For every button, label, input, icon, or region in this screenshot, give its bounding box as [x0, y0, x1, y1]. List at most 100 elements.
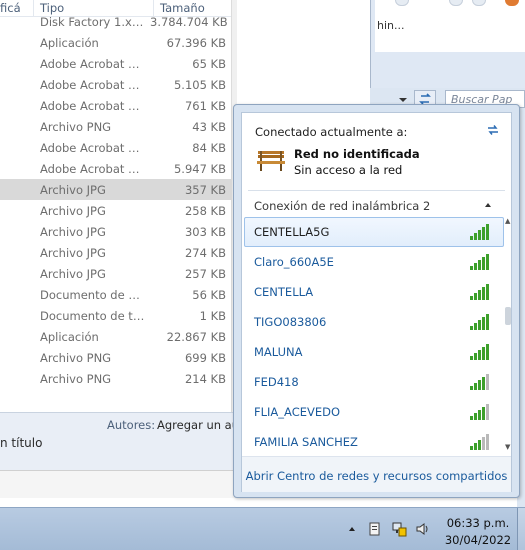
file-size: 5.105 KB	[173, 78, 226, 92]
toolbar-button-icon[interactable]	[472, 0, 486, 6]
file-row[interactable]: 57Archivo PNG699 KB	[0, 347, 237, 368]
file-row[interactable]: 12Adobe Acrobat D...84 KB	[0, 137, 237, 158]
file-list: 27Disk Factory 1.x Di...3.784.704 KB51Ap…	[0, 11, 237, 389]
current-network-status: Sin acceso a la red	[294, 163, 403, 177]
network-flyout-panel: Conectado actualmente a: Red no identifi…	[241, 112, 512, 492]
file-explorer: 27Disk Factory 1.x Di...3.784.704 KB51Ap…	[0, 0, 237, 412]
file-row[interactable]: 58Adobe Acrobat D...5.105 KB	[0, 74, 237, 95]
signal-strength-icon	[470, 224, 489, 240]
scrollbar-thumb[interactable]	[505, 307, 511, 325]
open-network-center-link[interactable]: Abrir Centro de redes y recursos compart…	[242, 469, 511, 483]
window-bottom-strip	[0, 470, 240, 498]
file-size: 699 KB	[184, 351, 226, 365]
file-row[interactable]: 32Archivo JPG257 KB	[0, 263, 237, 284]
browser-toolbar-icons	[390, 0, 525, 8]
wifi-network-name: FLIA_ACEVEDO	[254, 405, 341, 419]
clock-time[interactable]: 06:33 p.m.	[440, 516, 516, 530]
signal-strength-icon	[470, 344, 489, 360]
file-size: 67.396 KB	[166, 36, 226, 50]
network-list-scrollbar[interactable]: ▲ ▼	[504, 217, 512, 455]
clock-date[interactable]: 30/04/2022	[440, 533, 516, 547]
chevron-up-icon[interactable]	[483, 200, 493, 210]
file-row[interactable]: 53Documento de tex...1 KB	[0, 305, 237, 326]
current-network-name: Red no identificada	[294, 147, 420, 161]
file-row[interactable]: 51Adobe Acrobat D...65 KB	[0, 53, 237, 74]
wifi-network-item[interactable]: Claro_660A5E	[242, 247, 506, 277]
volume-icon[interactable]	[415, 521, 431, 537]
file-row[interactable]: 56Archivo PNG43 KB	[0, 116, 237, 137]
toolbar-button-icon[interactable]	[395, 0, 409, 6]
file-row[interactable]: 30Archivo JPG274 KB	[0, 242, 237, 263]
signal-strength-icon	[470, 434, 489, 450]
file-size: 22.867 KB	[166, 330, 226, 344]
taskbar: 06:33 p.m. 30/04/2022	[0, 507, 525, 550]
signal-strength-icon	[470, 404, 489, 420]
file-row[interactable]: 30Documento de Mi...56 KB	[0, 284, 237, 305]
file-type: Documento de Mi...	[40, 288, 146, 302]
refresh-icon[interactable]	[486, 123, 500, 137]
file-row[interactable]: 29Archivo JPG303 KB	[0, 221, 237, 242]
show-desktop-button[interactable]	[517, 508, 525, 550]
file-type: Adobe Acrobat D...	[40, 141, 146, 155]
title-field[interactable]: n título	[0, 436, 42, 450]
file-row[interactable]: 29Archivo JPG258 KB	[0, 200, 237, 221]
file-type: Archivo JPG	[40, 204, 106, 218]
column-divider[interactable]	[153, 0, 154, 17]
column-type[interactable]: Tipo	[40, 1, 64, 15]
wifi-network-item[interactable]: TIGO083806	[242, 307, 506, 337]
file-size: 43 KB	[192, 120, 226, 134]
page-text: hin...	[377, 19, 405, 32]
signal-strength-icon	[470, 374, 489, 390]
file-row[interactable]: 36Adobe Acrobat D...761 KB	[0, 95, 237, 116]
file-type: Adobe Acrobat D...	[40, 78, 146, 92]
column-date-modified[interactable]: ficá	[0, 1, 21, 15]
scroll-down-icon[interactable]: ▼	[505, 443, 510, 451]
file-type: Archivo PNG	[40, 120, 112, 134]
file-row[interactable]: 50Archivo JPG357 KB	[0, 179, 237, 200]
wifi-network-item[interactable]: MALUNA	[242, 337, 506, 367]
file-row[interactable]: 51Archivo PNG214 KB	[0, 368, 237, 389]
file-size: 357 KB	[184, 183, 226, 197]
file-type: Archivo PNG	[40, 351, 112, 365]
wifi-network-name: FED418	[254, 375, 299, 389]
file-type: Aplicación	[40, 36, 99, 50]
wifi-network-item[interactable]: FLIA_ACEVEDO	[242, 397, 506, 427]
wifi-network-item[interactable]: FAMILIA SANCHEZ	[242, 427, 506, 455]
connected-header: Conectado actualmente a:	[255, 125, 408, 139]
details-pane: Autores: Agregar un aut n título	[0, 412, 244, 470]
file-type: Adobe Acrobat D...	[40, 162, 146, 176]
network-list: CENTELLA5G Claro_660A5E CENTELLA TIGO083806…	[242, 217, 506, 455]
wifi-network-name: CENTELLA	[254, 285, 314, 299]
file-row[interactable]: 31Adobe Acrobat D...5.947 KB	[0, 158, 237, 179]
authors-field[interactable]: Agregar un aut	[157, 418, 244, 432]
toolbar-button-icon[interactable]	[449, 0, 463, 6]
file-type: Archivo PNG	[40, 372, 112, 386]
show-hidden-icons-icon[interactable]	[347, 524, 357, 534]
column-size[interactable]: Tamaño	[160, 1, 205, 15]
action-center-icon[interactable]	[367, 521, 383, 537]
file-size: 56 KB	[192, 288, 226, 302]
wifi-network-item[interactable]: CENTELLA	[242, 277, 506, 307]
wifi-network-name: FAMILIA SANCHEZ	[254, 435, 358, 449]
network-icon[interactable]	[391, 521, 407, 537]
bench-icon	[257, 151, 285, 171]
profile-icon[interactable]	[505, 0, 519, 6]
file-size: 258 KB	[184, 204, 226, 218]
wifi-network-item[interactable]: FED418	[242, 367, 506, 397]
wifi-network-name: MALUNA	[254, 345, 303, 359]
file-type: Archivo JPG	[40, 225, 106, 239]
file-size: 274 KB	[184, 246, 226, 260]
signal-strength-icon	[470, 314, 489, 330]
file-row[interactable]: 51Aplicación67.396 KB	[0, 32, 237, 53]
scroll-up-icon[interactable]: ▲	[505, 217, 510, 225]
wireless-section-header[interactable]: Conexión de red inalámbrica 2	[254, 199, 430, 213]
file-size: 65 KB	[192, 57, 226, 71]
taskbar-left	[0, 508, 120, 550]
file-row[interactable]: 22Aplicación22.867 KB	[0, 326, 237, 347]
column-divider[interactable]	[33, 0, 34, 17]
file-size: 3.784.704 KB	[150, 15, 228, 29]
wifi-network-item[interactable]: CENTELLA5G	[244, 217, 504, 247]
wifi-network-name: CENTELLA5G	[254, 225, 330, 239]
file-type: Documento de tex...	[40, 309, 146, 323]
file-type: Adobe Acrobat D...	[40, 57, 146, 71]
